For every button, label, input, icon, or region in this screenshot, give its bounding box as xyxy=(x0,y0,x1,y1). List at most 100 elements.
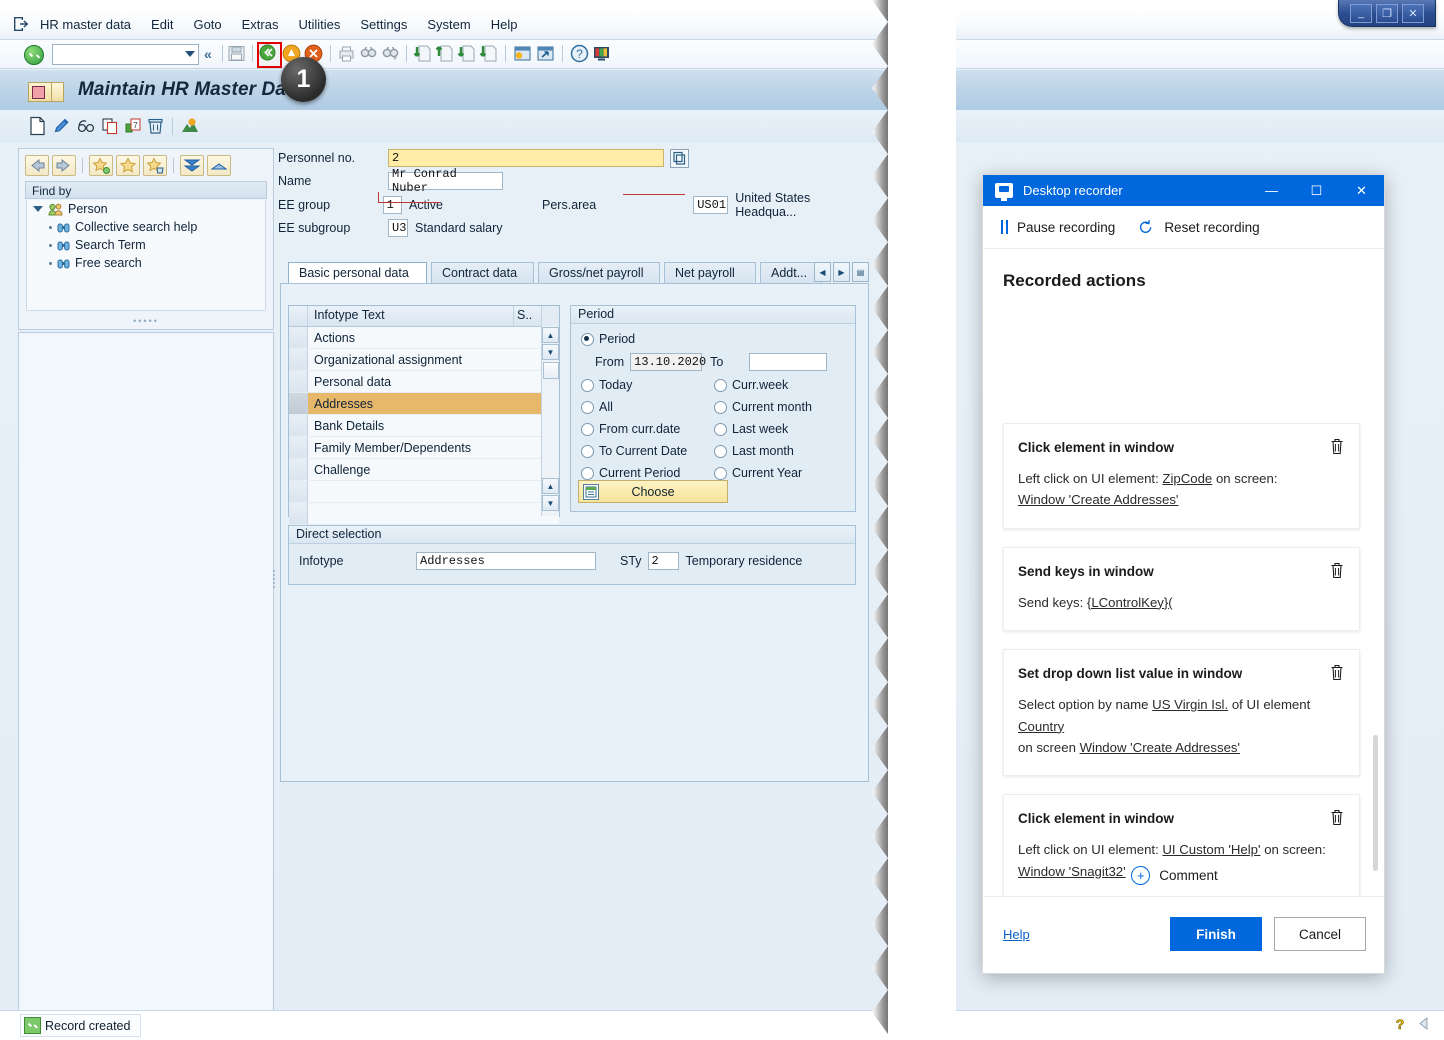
delete-trash-icon[interactable] xyxy=(146,116,165,136)
create-shortcut-icon[interactable] xyxy=(536,44,555,63)
radio-to-current-date[interactable]: To Current Date xyxy=(581,444,687,458)
radio-current-period[interactable]: Current Period xyxy=(581,466,680,480)
copy-icon[interactable] xyxy=(101,116,120,136)
ee-subgroup-code[interactable]: U3 xyxy=(388,219,408,237)
toolbar-collapse-icon[interactable]: « xyxy=(204,46,212,62)
action-card-click-zipcode[interactable]: Click element in window Left click on UI… xyxy=(1003,423,1360,529)
radio-current-year[interactable]: Current Year xyxy=(714,466,802,480)
radio-icon[interactable] xyxy=(581,422,594,436)
action-target[interactable]: US Virgin Isl. xyxy=(1152,697,1228,712)
radio-icon[interactable] xyxy=(581,378,594,392)
radio-all[interactable]: All xyxy=(581,400,613,414)
infotype-scrollbar[interactable]: ▲ ▼ ▲ ▼ xyxy=(541,326,559,516)
favorite-star-icon[interactable] xyxy=(116,155,140,176)
delete-action-icon[interactable] xyxy=(1329,437,1345,455)
radio-icon[interactable] xyxy=(581,444,594,458)
save-icon[interactable] xyxy=(227,44,246,63)
personnel-no-input[interactable]: 2 xyxy=(388,149,664,167)
recorded-actions-list[interactable]: Click element in window Left click on UI… xyxy=(983,423,1384,897)
tab-basic-personal-data[interactable]: Basic personal data xyxy=(288,262,427,283)
page-up-icon[interactable]: ▲ xyxy=(542,478,559,494)
scroll-thumb[interactable] xyxy=(542,362,559,379)
table-row[interactable]: Bank Details✔ xyxy=(289,415,559,437)
delete-action-icon[interactable] xyxy=(1329,663,1345,681)
close-icon[interactable]: ✕ xyxy=(1402,3,1424,23)
name-input[interactable]: Mr Conrad Nuber xyxy=(388,167,503,195)
change-pencil-icon[interactable] xyxy=(52,116,71,136)
radio-icon[interactable] xyxy=(714,378,727,392)
pause-recording-button[interactable]: Pause recording xyxy=(1001,220,1115,235)
scroll-up-icon[interactable]: ▲ xyxy=(542,327,559,343)
help-icon[interactable]: ? xyxy=(570,44,589,63)
menu-item-settings[interactable]: Settings xyxy=(360,17,407,32)
chevron-down-icon[interactable] xyxy=(185,51,195,57)
cancel-button[interactable]: Cancel xyxy=(1274,917,1366,951)
last-page-icon[interactable] xyxy=(479,44,498,63)
radio-icon[interactable] xyxy=(714,444,727,458)
radio-period[interactable]: Period xyxy=(581,332,635,346)
back-arrow-icon[interactable] xyxy=(25,155,49,176)
radio-today[interactable]: Today xyxy=(581,378,632,392)
find-by-tree[interactable]: Person Collective search help Search Ter… xyxy=(26,200,266,311)
page-down-icon[interactable]: ▼ xyxy=(542,495,559,511)
finish-button[interactable]: Finish xyxy=(1170,917,1262,951)
tree-item-search-term[interactable]: Search Term xyxy=(27,236,265,254)
display-glasses-icon[interactable] xyxy=(76,116,97,136)
tab-list-icon[interactable]: ▤ xyxy=(852,262,869,282)
menu-item-goto[interactable]: Goto xyxy=(193,17,221,32)
choose-button[interactable]: Choose xyxy=(578,480,728,503)
radio-last-month[interactable]: Last month xyxy=(714,444,794,458)
action-screen[interactable]: Window 'Create Addresses' xyxy=(1018,492,1178,507)
overview-icon[interactable] xyxy=(180,116,200,136)
menu-item-system[interactable]: System xyxy=(427,17,470,32)
action-card-set-dropdown[interactable]: Set drop down list value in window Selec… xyxy=(1003,649,1360,777)
window-controls[interactable]: _ ❐ ✕ xyxy=(1338,0,1436,27)
menu-item-help[interactable]: Help xyxy=(491,17,518,32)
radio-from-curr-date[interactable]: From curr.date xyxy=(581,422,680,436)
radio-curr-week[interactable]: Curr.week xyxy=(714,378,788,392)
matchcode-icon[interactable] xyxy=(670,148,689,168)
create-session-icon[interactable] xyxy=(513,44,532,63)
action-target2[interactable]: Country xyxy=(1018,719,1064,734)
back-icon[interactable] xyxy=(259,44,276,61)
triangle-down-icon[interactable] xyxy=(33,206,43,212)
find-next-icon[interactable] xyxy=(381,44,400,63)
dialog-minimize-icon[interactable]: — xyxy=(1249,175,1294,206)
dialog-scrollbar-thumb[interactable] xyxy=(1373,735,1378,871)
delete-action-icon[interactable] xyxy=(1329,561,1345,579)
delete-favorite-icon[interactable] xyxy=(143,155,167,176)
dialog-maximize-icon[interactable]: ☐ xyxy=(1294,175,1339,206)
customize-layout-icon[interactable] xyxy=(592,44,611,63)
radio-icon[interactable] xyxy=(581,466,594,480)
radio-icon[interactable] xyxy=(714,400,727,414)
tab-net-payroll[interactable]: Net payroll xyxy=(664,262,756,283)
tab-addt[interactable]: Addt... xyxy=(760,262,822,283)
tab-contract-data[interactable]: Contract data xyxy=(431,262,534,283)
radio-icon[interactable] xyxy=(581,332,594,346)
tab-strip[interactable]: Basic personal data Contract data Gross/… xyxy=(280,262,869,284)
dialog-close-icon[interactable]: ✕ xyxy=(1339,175,1384,206)
table-row[interactable]: Actions✔ xyxy=(289,327,559,349)
pers-area-code[interactable]: US01 xyxy=(693,196,729,214)
find-toolbar[interactable] xyxy=(25,155,231,176)
status-bar-right-fragment[interactable]: ? xyxy=(1393,1015,1430,1032)
tree-node-person[interactable]: Person xyxy=(27,200,265,218)
radio-current-month[interactable]: Current month xyxy=(714,400,812,414)
minimize-icon[interactable]: _ xyxy=(1350,3,1372,23)
table-row[interactable] xyxy=(289,503,559,525)
radio-last-week[interactable]: Last week xyxy=(714,422,788,436)
infotype-table[interactable]: Infotype Text S.. Actions✔ Organizationa… xyxy=(288,305,560,525)
restore-icon[interactable]: ❐ xyxy=(1376,3,1398,23)
help-question-icon[interactable]: ? xyxy=(1393,1015,1408,1032)
action-target[interactable]: ZipCode xyxy=(1162,471,1212,486)
create-icon[interactable] xyxy=(28,116,47,136)
delete-action-icon[interactable] xyxy=(1329,808,1345,826)
resize-grip-icon[interactable] xyxy=(1416,1016,1430,1031)
table-row[interactable]: Organizational assignment✔ xyxy=(289,349,559,371)
enter-ok-icon[interactable] xyxy=(24,45,44,65)
first-page-icon[interactable] xyxy=(413,44,432,63)
tab-scroll-right-icon[interactable]: ▶ xyxy=(833,262,850,282)
action-target[interactable]: {LControlKey}( xyxy=(1087,595,1173,610)
menu-item-hr-master-data[interactable]: HR master data xyxy=(40,17,131,32)
expand-all-icon[interactable] xyxy=(180,155,204,176)
